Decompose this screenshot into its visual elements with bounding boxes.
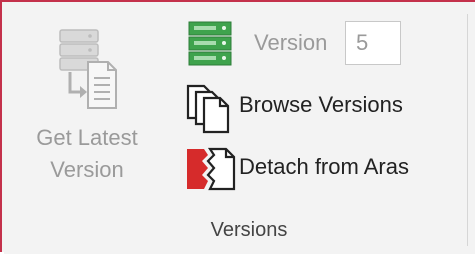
browse-versions-label: Browse Versions (239, 92, 403, 117)
group-separator (467, 14, 468, 246)
browse-versions-icon (186, 84, 230, 134)
get-latest-label-line1: Get Latest (36, 125, 138, 150)
detach-from-aras-button[interactable]: Detach from Aras (184, 141, 474, 193)
versions-ribbon-group: Get Latest Version Version 5 Browse Vers… (4, 4, 475, 254)
detach-icon (187, 147, 236, 191)
ribbon-frame: Get Latest Version Version 5 Browse Vers… (0, 0, 475, 254)
get-latest-version-button[interactable]: Get Latest Version (18, 24, 166, 199)
browse-versions-button[interactable]: Browse Versions (184, 82, 464, 134)
version-field[interactable]: 5 (345, 21, 401, 65)
version-row: Version 5 (184, 18, 424, 70)
version-stack-icon (188, 21, 232, 66)
version-label: Version (254, 30, 328, 55)
get-latest-label-line2: Version (50, 157, 124, 182)
detach-from-aras-label: Detach from Aras (239, 154, 409, 179)
get-latest-version-icon (59, 29, 117, 109)
get-latest-version-label: Get Latest Version (18, 122, 156, 186)
group-label: Versions (210, 219, 288, 241)
